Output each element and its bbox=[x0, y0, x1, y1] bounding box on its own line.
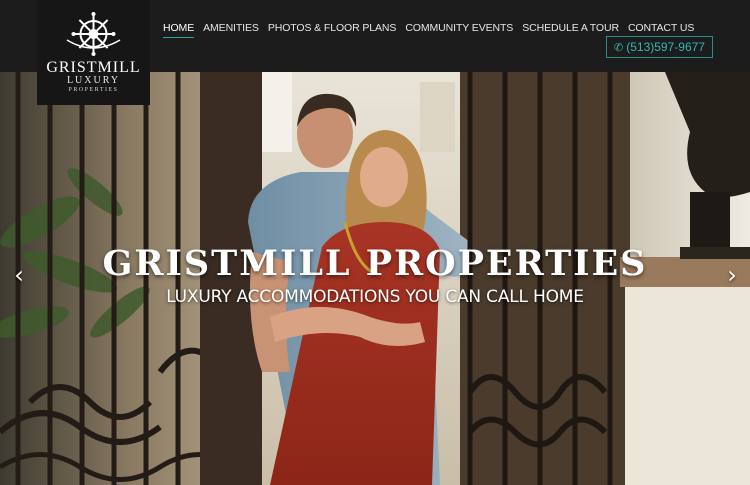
nav-item-photos-floor-plans[interactable]: PHOTOS & FLOOR PLANS bbox=[268, 22, 397, 38]
nav-item-home[interactable]: HOME bbox=[163, 22, 194, 38]
nav-item-schedule-tour[interactable]: SCHEDULE A TOUR bbox=[522, 22, 619, 38]
logo-luxury: LUXURY bbox=[66, 75, 121, 86]
hero-slider: GRISTMILL PROPERTIES LUXURY ACCOMMODATIO… bbox=[0, 72, 750, 485]
logo-properties: PROPERTIES bbox=[68, 87, 119, 93]
nav-item-community-events[interactable]: COMMUNITY EVENTS bbox=[405, 22, 513, 38]
phone-icon: ✆ bbox=[614, 42, 624, 54]
hero-subtitle: LUXURY ACCOMMODATIONS YOU CAN CALL HOME bbox=[166, 287, 584, 307]
site-logo[interactable]: GRISTMILL LUXURY PROPERTIES bbox=[37, 0, 150, 105]
phone-number: (513)597-9677 bbox=[626, 40, 705, 54]
hero-title: GRISTMILL PROPERTIES bbox=[102, 243, 648, 284]
chevron-left-icon[interactable]: ‹ bbox=[9, 262, 29, 288]
phone-button[interactable]: ✆ (513)597-9677 bbox=[606, 36, 713, 58]
ship-wheel-icon bbox=[66, 12, 121, 56]
logo-name: GRISTMILL bbox=[46, 59, 141, 76]
chevron-right-icon[interactable]: › bbox=[722, 262, 742, 288]
nav-item-amenities[interactable]: AMENITIES bbox=[203, 22, 259, 38]
